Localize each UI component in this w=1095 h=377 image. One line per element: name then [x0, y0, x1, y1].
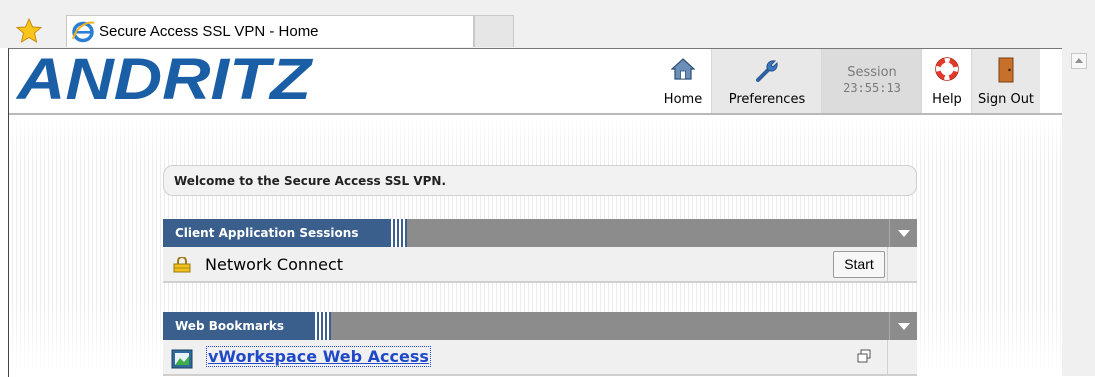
nav-home-label: Home [663, 92, 703, 107]
internet-explorer-icon [72, 21, 95, 43]
web-bookmarks-title: Web Bookmarks [163, 312, 315, 340]
wrench-icon [756, 60, 778, 82]
andritz-logo[interactable]: ANDRITZ [15, 55, 315, 103]
nav-home-button[interactable]: Home [655, 49, 711, 113]
bookmark-page-icon [171, 349, 193, 369]
door-icon [998, 57, 1014, 83]
home-icon [671, 58, 695, 80]
session-time: 23:55:13 [843, 81, 901, 95]
new-tab-button[interactable] [474, 15, 514, 47]
client-sessions-title: Client Application Sessions [163, 219, 391, 247]
session-label: Session [847, 65, 897, 80]
welcome-banner: Welcome to the Secure Access SSL VPN. [163, 165, 917, 196]
bookmark-row: vWorkspace Web Access [163, 340, 917, 376]
vworkspace-link[interactable]: vWorkspace Web Access [206, 346, 431, 367]
lifebuoy-icon [935, 57, 959, 81]
nav-help-button[interactable]: Help [921, 49, 972, 113]
browser-tab-bar: Secure Access SSL VPN - Home [0, 0, 1095, 48]
star-icon[interactable] [16, 18, 42, 44]
arrow-up-icon [1075, 58, 1083, 63]
web-bookmarks-header: Web Bookmarks [163, 312, 917, 340]
nav-help-label: Help [932, 92, 962, 107]
client-sessions-header: Client Application Sessions [163, 219, 917, 247]
scroll-up-button[interactable] [1071, 53, 1087, 69]
web-bookmarks-dropdown[interactable] [889, 312, 917, 340]
header-grip [391, 219, 407, 247]
triangle-down-icon [898, 230, 910, 237]
start-button[interactable]: Start [833, 251, 885, 278]
triangle-down-icon [898, 323, 910, 330]
client-sessions-dropdown[interactable] [889, 219, 917, 247]
tab-title: Secure Access SSL VPN - Home [99, 23, 319, 40]
network-connect-label: Network Connect [205, 255, 344, 274]
header-grip [315, 312, 331, 340]
browser-tab[interactable]: Secure Access SSL VPN - Home [66, 15, 474, 47]
page-header: ANDRITZ Home Preferences Session 23:55:1… [9, 49, 1063, 115]
client-session-row: Network Connect Start [163, 247, 917, 283]
session-timer: Session 23:55:13 [821, 49, 922, 113]
vertical-scrollbar[interactable] [1062, 48, 1095, 376]
page-viewport: ANDRITZ Home Preferences Session 23:55:1… [8, 48, 1063, 377]
nav-preferences-button[interactable]: Preferences [711, 49, 822, 113]
svg-text:ANDRITZ: ANDRITZ [15, 55, 314, 103]
nav-signout-label: Sign Out [977, 92, 1035, 107]
welcome-message: Welcome to the Secure Access SSL VPN. [174, 174, 447, 188]
lock-icon [173, 257, 191, 273]
open-new-window-icon[interactable] [857, 349, 871, 363]
nav-preferences-label: Preferences [728, 92, 806, 107]
nav-signout-button[interactable]: Sign Out [971, 49, 1040, 113]
